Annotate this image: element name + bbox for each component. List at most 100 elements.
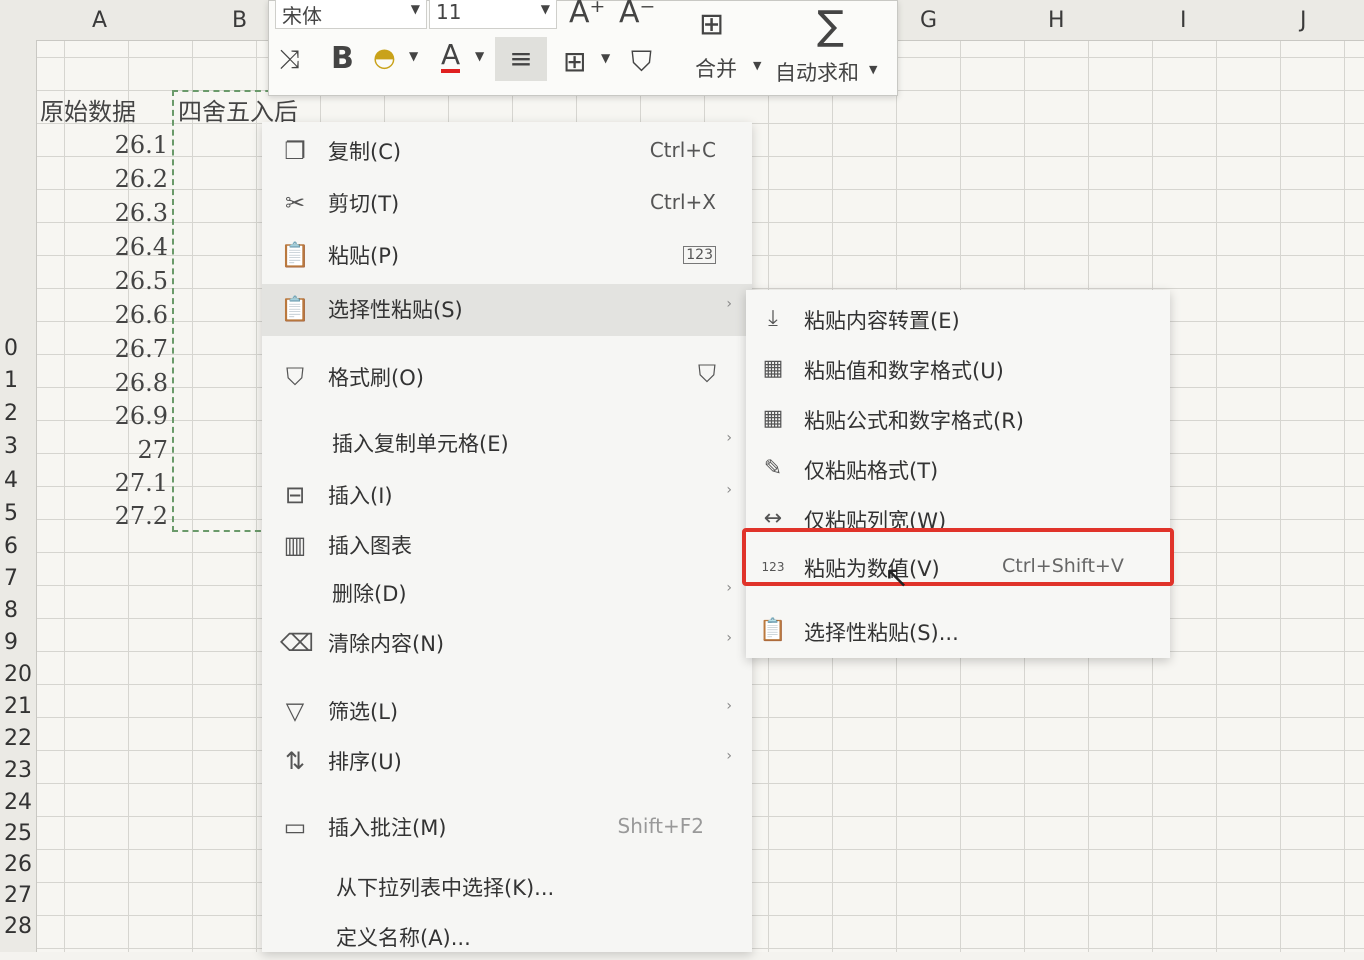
row-number[interactable]: 2 (4, 401, 18, 426)
row-number[interactable]: 23 (4, 758, 32, 783)
menu-item-delete[interactable]: 删除(D) › (262, 568, 752, 616)
row-number[interactable]: 25 (4, 821, 32, 846)
cell-value[interactable]: 26.1 (38, 131, 168, 159)
row-number[interactable]: 5 (4, 501, 18, 526)
row-number[interactable]: 22 (4, 726, 32, 751)
align-center-button[interactable]: ≡ (495, 37, 547, 81)
submenu-item-formats-only[interactable]: ✎ 仅粘贴格式(T) (746, 444, 1170, 492)
row-number[interactable]: 24 (4, 790, 32, 815)
paste-special-icon: 📋 (280, 295, 310, 323)
fill-color-icon[interactable]: ◓ (373, 43, 396, 73)
column-g-header[interactable]: G (920, 8, 937, 33)
border-icon[interactable]: ⊞ (563, 45, 586, 78)
cell-value[interactable]: 27.2 (38, 502, 168, 530)
chevron-down-icon[interactable]: ▼ (475, 49, 484, 63)
menu-item-insert[interactable]: ⊟ 插入(I) › (262, 470, 752, 518)
row-number[interactable]: 26 (4, 852, 32, 877)
font-color-button[interactable]: A (441, 41, 461, 73)
menu-item-paste[interactable]: 📋 粘贴(P) 123 (262, 230, 752, 278)
cell-value[interactable]: 26.9 (38, 402, 168, 430)
menu-item-shortcut: Ctrl+X (649, 190, 716, 214)
merge-button[interactable]: 合并 (695, 53, 737, 83)
submenu-item-transpose[interactable]: ⤓ 粘贴内容转置(E) (746, 294, 1170, 342)
autosum-icon[interactable]: ∑ (817, 3, 844, 49)
floating-format-toolbar: 宋体 ▼ 11 ▼ A⁺ A⁻ ⊞ ∑ ⤨ B ◓ ▼ A ▼ ≡ ⊞ ▼ ⛉ … (268, 0, 898, 96)
paste-values-icon[interactable]: 123 (683, 246, 716, 264)
menu-item-label: 选择性粘贴(S) (328, 298, 463, 322)
menu-item-define-name[interactable]: 定义名称(A)... (262, 912, 752, 960)
sort-icon: ⇅ (284, 747, 306, 775)
menu-item-label: 排序(U) (328, 750, 402, 774)
autosum-button[interactable]: 自动求和 (775, 57, 859, 87)
cell-value[interactable]: 26.6 (38, 301, 168, 329)
menu-item-cut[interactable]: ✂ 剪切(T) Ctrl+X (262, 178, 752, 226)
menu-item-filter[interactable]: ▽ 筛选(L) › (262, 686, 752, 734)
row-number[interactable]: 3 (4, 434, 18, 459)
menu-item-clear-contents[interactable]: ⌫ 清除内容(N) › (262, 618, 752, 666)
row-number[interactable]: 20 (4, 662, 32, 687)
cell-value[interactable]: 26.4 (38, 233, 168, 261)
submenu-item-label: 粘贴内容转置(E) (804, 309, 960, 333)
menu-item-label: 格式刷(O) (328, 366, 424, 390)
row-number[interactable]: 6 (4, 534, 18, 559)
row-number[interactable]: 28 (4, 914, 32, 939)
column-h-header[interactable]: H (1048, 8, 1065, 33)
chevron-down-icon[interactable]: ▼ (869, 63, 877, 76)
cell-value[interactable]: 26.7 (38, 335, 168, 363)
column-b-header[interactable]: B (232, 8, 247, 33)
chevron-down-icon: ▼ (410, 2, 420, 16)
menu-item-label: 剪切(T) (328, 192, 400, 216)
increase-font-button[interactable]: A⁺ (569, 0, 605, 30)
menu-item-format-painter[interactable]: ⛉ 格式刷(O) ⛉ (262, 352, 752, 400)
paste-values-format-icon: ▦ (762, 356, 784, 381)
submenu-item-values-and-number-format[interactable]: ▦ 粘贴值和数字格式(U) (746, 344, 1170, 392)
menu-item-copy[interactable]: ❐ 复制(C) Ctrl+C (262, 126, 752, 174)
row-header-bar: 0 1 2 3 4 5 6 7 8 9 20 21 22 23 24 25 26… (0, 40, 37, 952)
cell-value[interactable]: 27.1 (38, 469, 168, 497)
submenu-item-formulas-and-number-format[interactable]: ▦ 粘贴公式和数字格式(R) (746, 394, 1170, 442)
menu-item-paste-special[interactable]: 📋 选择性粘贴(S) › (262, 284, 752, 336)
chevron-down-icon[interactable]: ▼ (601, 51, 610, 65)
scissors-icon: ✂ (284, 189, 306, 217)
comment-icon: ▭ (283, 813, 307, 841)
bold-button[interactable]: B (331, 41, 354, 76)
cell-value[interactable]: 26.8 (38, 369, 168, 397)
menu-item-sort[interactable]: ⇅ 排序(U) › (262, 736, 752, 784)
column-a-header[interactable]: A (92, 8, 107, 33)
chevron-right-icon: › (726, 698, 732, 714)
chevron-down-icon[interactable]: ▼ (753, 59, 761, 72)
format-painter-sticky-icon[interactable]: ⛉ (698, 360, 716, 388)
row-number[interactable]: 27 (4, 883, 32, 908)
row-number[interactable]: 9 (4, 630, 18, 655)
font-name-select[interactable]: 宋体 ▼ (275, 0, 427, 29)
menu-item-insert-copied-cells[interactable]: 插入复制单元格(E) › (262, 418, 752, 466)
cell-value[interactable]: 27 (38, 436, 168, 464)
row-number[interactable]: 7 (4, 566, 18, 591)
menu-item-insert-comment[interactable]: ▭ 插入批注(M) Shift+F2 (262, 802, 752, 850)
cell-value[interactable]: 26.5 (38, 267, 168, 295)
format-painter-icon[interactable]: ⛉ (631, 45, 652, 79)
highlight-annotation (742, 528, 1174, 586)
row-number[interactable]: 0 (4, 336, 18, 361)
decrease-font-button[interactable]: A⁻ (619, 0, 655, 30)
menu-item-insert-chart[interactable]: ▥ 插入图表 (262, 520, 752, 568)
cell-header-original[interactable]: 原始数据 (40, 92, 136, 127)
menu-item-shortcut: Shift+F2 (617, 814, 704, 838)
row-number[interactable]: 1 (4, 368, 18, 393)
submenu-item-paste-special-dialog[interactable]: 📋 选择性粘贴(S)... (746, 606, 1170, 654)
eraser-icon: ⌫ (280, 629, 314, 657)
insert-icon: ⊟ (284, 481, 306, 509)
transpose-icon: ⤓ (768, 306, 778, 331)
wrap-text-icon[interactable]: ⤨ (279, 45, 300, 76)
row-number[interactable]: 21 (4, 694, 32, 719)
cell-value[interactable]: 26.2 (38, 165, 168, 193)
menu-item-label: 筛选(L) (328, 700, 399, 724)
cell-value[interactable]: 26.3 (38, 199, 168, 227)
column-i-header[interactable]: I (1180, 8, 1187, 33)
menu-item-pick-from-list[interactable]: 从下拉列表中选择(K)... (262, 862, 752, 910)
column-j-header[interactable]: J (1300, 8, 1307, 33)
font-size-select[interactable]: 11 ▼ (429, 0, 557, 29)
chevron-down-icon[interactable]: ▼ (409, 49, 418, 63)
row-number[interactable]: 8 (4, 598, 18, 623)
row-number[interactable]: 4 (4, 468, 18, 493)
